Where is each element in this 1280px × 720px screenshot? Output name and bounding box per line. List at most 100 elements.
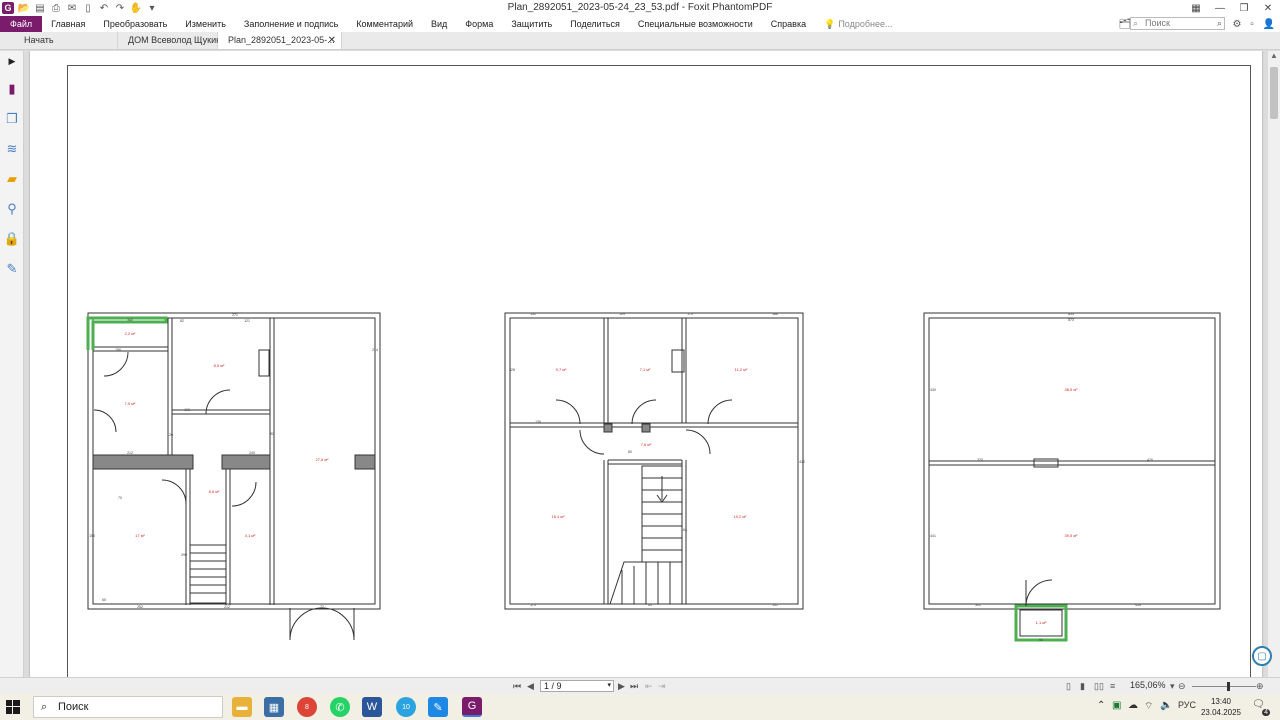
area-label: 1,1 м² — [1036, 620, 1047, 625]
dimension-label: 103 — [184, 408, 190, 412]
page-number-input[interactable]: 1 / 9 ▾ — [540, 680, 614, 692]
security-panel-icon[interactable]: 🔒 — [4, 231, 20, 247]
close-window-button[interactable]: ✕ — [1256, 0, 1280, 16]
dimension-label: 188 — [772, 312, 778, 316]
tab-plan-label: Plan_2892051_2023-05-... — [228, 35, 335, 45]
vertical-scrollbar[interactable]: ▲ — [1267, 51, 1280, 677]
next-page-icon[interactable]: ▶ — [618, 680, 625, 692]
tab-start[interactable]: Начать — [0, 32, 118, 49]
next-view-icon[interactable]: ⇥ — [658, 680, 666, 692]
menu-protect[interactable]: Защитить — [502, 16, 561, 32]
onedrive-icon[interactable]: ☁ — [1128, 700, 1138, 711]
restore-button[interactable]: ❐ — [1232, 0, 1256, 16]
document-viewport[interactable]: 2,2 м² 8,5 м² 7,5 м² 8,6 м² 17 м² 4,1 м²… — [25, 51, 1267, 677]
first-page-icon[interactable]: ⏮ — [513, 680, 521, 692]
word-icon[interactable]: W — [362, 697, 382, 717]
taskbar-search-input[interactable]: ⌕ Поиск — [33, 696, 223, 718]
calculator-icon[interactable]: ▦ — [264, 697, 284, 717]
new-doc-icon[interactable]: ▯ — [82, 2, 94, 14]
signature-panel-icon[interactable]: ✎ — [4, 261, 20, 277]
dimension-label: 82 — [180, 319, 184, 323]
single-page-view-icon[interactable]: ▯ — [1066, 680, 1071, 692]
search-go-icon[interactable]: ⌕ — [1217, 18, 1222, 29]
undo-icon[interactable]: ↶ — [98, 2, 110, 14]
zoom-in-icon[interactable]: ⊕ — [1256, 680, 1264, 692]
menu-edit[interactable]: Изменить — [176, 16, 235, 32]
menu-share[interactable]: Поделиться — [561, 16, 629, 32]
paint-app-icon[interactable]: ✎ — [428, 697, 448, 717]
input-language[interactable]: РУС — [1178, 700, 1196, 710]
page-indicator: 1 / 9 — [544, 681, 562, 691]
whatsapp-icon[interactable]: ✆ — [330, 697, 350, 717]
menu-comment[interactable]: Комментарий — [347, 16, 422, 32]
zoom-dropdown-icon[interactable]: ▾ — [1170, 680, 1175, 692]
comments-panel-icon[interactable]: ▰ — [4, 171, 20, 187]
layers-panel-icon[interactable]: ≋ — [4, 141, 20, 157]
search-input[interactable]: ⌕ Поиск ⌕ — [1130, 17, 1225, 30]
taskbar-clock[interactable]: 13:40 23.04.2025 — [1200, 696, 1242, 718]
last-page-icon[interactable]: ⏭ — [630, 680, 638, 692]
dimension-label: 456 — [1135, 603, 1141, 607]
defender-icon[interactable]: ▣ — [1112, 700, 1121, 711]
search-placeholder: Поиск — [1145, 18, 1170, 28]
ribbon-options-icon[interactable]: ▦ — [1184, 0, 1208, 16]
redo-icon[interactable]: ↷ — [114, 2, 126, 14]
attachments-panel-icon[interactable]: ⚲ — [4, 201, 20, 217]
tab-plan-active[interactable]: Plan_2892051_2023-05-... ✕ — [218, 32, 342, 49]
ribbon-collapse-icon[interactable]: ▫ — [1245, 17, 1259, 31]
previous-view-icon[interactable]: ⇤ — [645, 680, 653, 692]
customize-dropdown-icon[interactable]: ▾ — [146, 2, 158, 14]
tray-overflow-icon[interactable]: ⌃ — [1097, 700, 1105, 711]
dimension-label: 96 — [1039, 638, 1043, 642]
foxit-taskbar-icon[interactable]: G — [462, 697, 482, 717]
zoom-out-icon[interactable]: ⊖ — [1178, 680, 1186, 692]
foxit-logo-icon[interactable]: G — [2, 2, 14, 14]
zoom-level[interactable]: 165,06% — [1130, 680, 1166, 690]
menu-home[interactable]: Главная — [42, 16, 94, 32]
zoom-slider-thumb[interactable] — [1227, 682, 1230, 691]
menu-form[interactable]: Форма — [456, 16, 502, 32]
settings-gear-icon[interactable]: ⚙ — [1230, 17, 1244, 31]
network-icon[interactable]: ⌔ — [1144, 700, 1153, 713]
telegram-icon[interactable]: 10 — [396, 697, 416, 717]
volume-icon[interactable]: 🔈 — [1160, 700, 1172, 711]
bookmark-panel-icon[interactable]: ▮ — [4, 81, 20, 97]
menu-file[interactable]: Файл — [0, 16, 43, 32]
scroll-thumb[interactable] — [1270, 67, 1278, 119]
expand-panel-icon[interactable]: ▶ — [4, 53, 20, 69]
menu-view[interactable]: Вид — [422, 16, 456, 32]
menu-accessibility[interactable]: Специальные возможности — [629, 16, 762, 32]
tab-dom-doc[interactable]: ДОМ Всеволод Щукин... — [118, 32, 229, 49]
zoom-slider[interactable] — [1192, 686, 1256, 687]
close-tab-icon[interactable]: ✕ — [328, 32, 336, 49]
tell-me-hint[interactable]: 💡 Подробнее... — [815, 16, 901, 32]
menu-fill-sign[interactable]: Заполнение и подпись — [235, 16, 347, 32]
facing-view-icon[interactable]: ▯▯ — [1094, 680, 1104, 692]
open-folder-icon[interactable]: 📂 — [18, 2, 30, 14]
hand-tool-icon[interactable]: ✋ — [130, 2, 142, 14]
area-label: 17 м² — [135, 533, 145, 538]
save-icon[interactable]: ▤ — [34, 2, 46, 14]
continuous-view-icon[interactable]: ▮ — [1080, 680, 1085, 692]
pages-panel-icon[interactable]: ❐ — [4, 111, 20, 127]
email-icon[interactable]: ✉ — [66, 2, 78, 14]
windows-start-icon[interactable] — [6, 700, 20, 714]
dimension-label: 855 — [1068, 312, 1074, 316]
chrome-icon[interactable]: 8 — [297, 697, 317, 717]
print-icon[interactable]: ⎙ — [50, 2, 62, 14]
minimize-button[interactable]: — — [1208, 0, 1232, 16]
menu-convert[interactable]: Преобразовать — [94, 16, 176, 32]
menu-help[interactable]: Справка — [762, 16, 815, 32]
file-explorer-icon[interactable]: ▬ — [232, 697, 252, 717]
account-icon[interactable]: 👤 — [1262, 17, 1276, 31]
continuous-facing-view-icon[interactable]: ≡ — [1110, 680, 1115, 692]
previous-page-icon[interactable]: ◀ — [527, 680, 534, 692]
search-field-icon: ⌕ — [1133, 18, 1139, 28]
notification-center-icon[interactable]: 🗨 4 — [1252, 699, 1270, 716]
scroll-up-icon[interactable]: ▲ — [1268, 51, 1280, 63]
page-dropdown-icon[interactable]: ▾ — [607, 681, 611, 691]
dimension-label: 163 — [681, 528, 687, 532]
chat-assistant-button[interactable]: ▢ — [1252, 646, 1272, 666]
area-label: 8,5 м² — [214, 363, 225, 368]
area-label: 2,2 м² — [125, 331, 136, 336]
